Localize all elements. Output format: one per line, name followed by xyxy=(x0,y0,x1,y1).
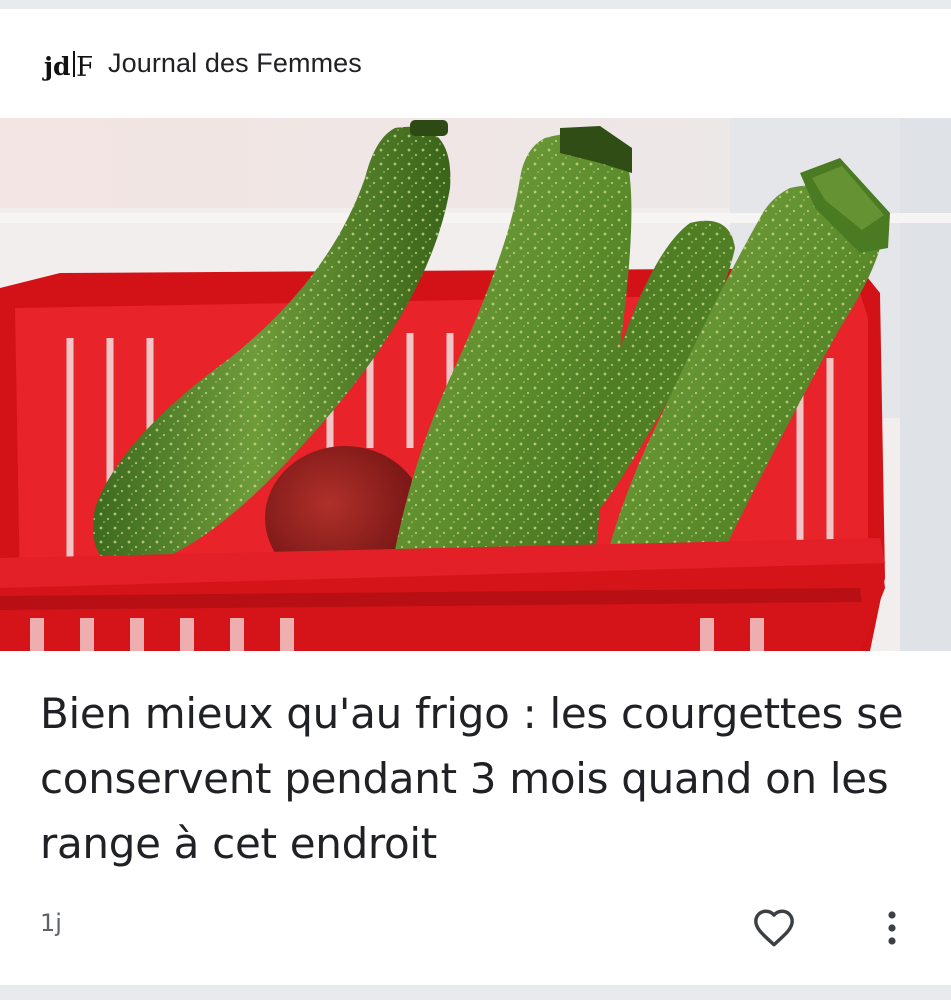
source-header: jd F Journal des Femmes xyxy=(42,39,362,87)
more-vert-icon xyxy=(886,910,898,951)
article-headline[interactable]: Bien mieux qu'au frigo : les courgettes … xyxy=(40,681,920,876)
source-name: Journal des Femmes xyxy=(108,47,362,78)
heart-icon xyxy=(752,908,796,953)
article-card[interactable]: jd F Journal des Femmes Bien mieux qu'au… xyxy=(0,9,951,985)
article-age: 1j xyxy=(40,909,62,937)
more-options-button[interactable] xyxy=(872,907,912,953)
like-button[interactable] xyxy=(746,907,802,953)
svg-text:F: F xyxy=(76,52,92,81)
publisher-logo: jd F xyxy=(42,43,92,83)
hero-image[interactable] xyxy=(0,118,951,651)
svg-text:jd: jd xyxy=(42,52,71,81)
